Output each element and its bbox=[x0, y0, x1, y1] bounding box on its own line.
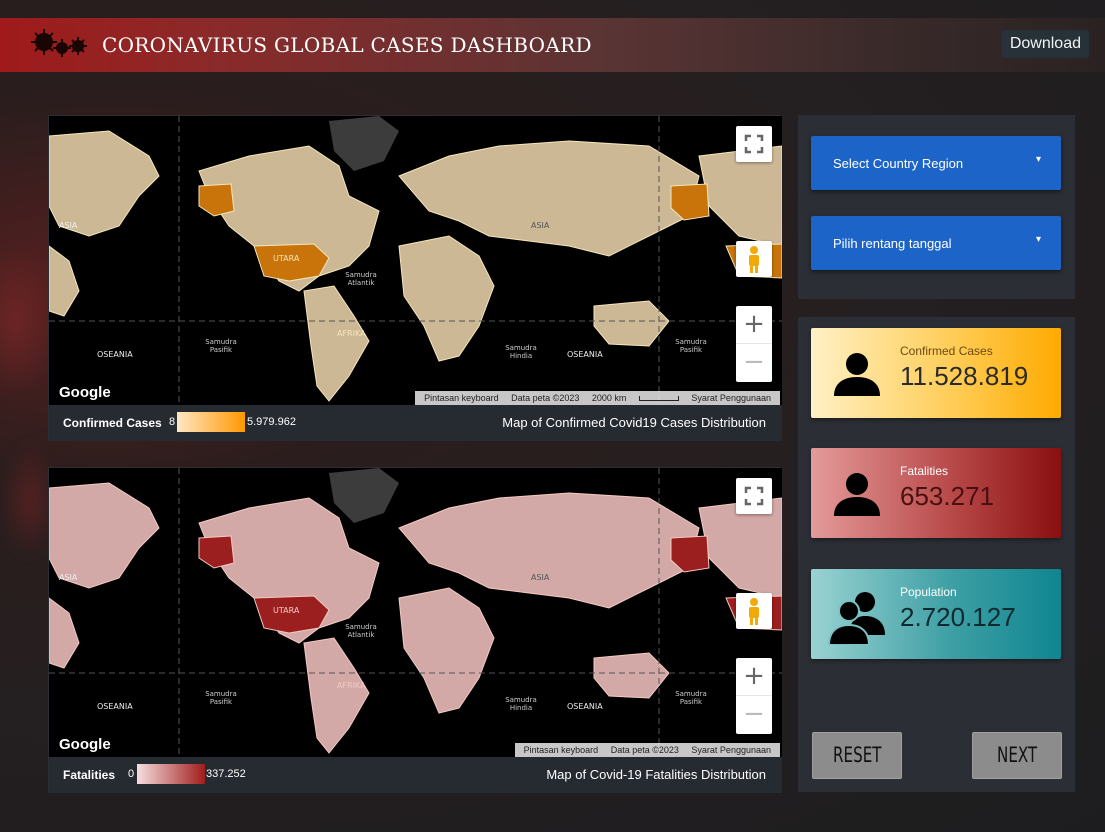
scale-text[interactable]: 2000 km bbox=[592, 393, 627, 403]
legend-label: Fatalities bbox=[63, 768, 116, 782]
google-logo: Google bbox=[59, 736, 111, 753]
stat-value: 11.528.819 bbox=[900, 361, 1029, 391]
stat-value: 2.720.127 bbox=[900, 602, 1016, 632]
caret-down-icon: ▾ bbox=[1035, 234, 1041, 245]
map-label: OSEANIA bbox=[97, 702, 133, 711]
map-label: OSEANIA bbox=[567, 350, 603, 359]
map-legend: Confirmed Cases 8 5.979.962 Map of Confi… bbox=[49, 405, 782, 441]
stat-value: 653.271 bbox=[900, 481, 994, 511]
keyboard-shortcuts-link[interactable]: Pintasan keyboard bbox=[524, 745, 599, 755]
zoom-control: + − bbox=[736, 658, 772, 734]
map-label: AFRIKA bbox=[337, 329, 366, 338]
zoom-in-button[interactable]: + bbox=[736, 658, 772, 696]
terms-link[interactable]: Syarat Penggunaan bbox=[691, 745, 771, 755]
person-icon bbox=[834, 473, 880, 516]
map-label: Samudra Pasifik bbox=[205, 690, 237, 706]
dropdown-label: Select Country Region bbox=[833, 156, 964, 171]
legend-gradient bbox=[177, 412, 245, 432]
map-label: ASIA bbox=[59, 573, 78, 582]
greenland-shape bbox=[329, 116, 399, 171]
street-view-button[interactable] bbox=[736, 241, 772, 277]
map-caption: Map of Covid-19 Fatalities Distribution bbox=[546, 767, 766, 782]
fullscreen-icon bbox=[744, 486, 764, 506]
map-attribution: Pintasan keyboard Data peta ©2023 2000 k… bbox=[415, 391, 780, 405]
people-icon bbox=[827, 592, 885, 645]
map-label: ASIA bbox=[531, 221, 550, 230]
map-label: OSEANIA bbox=[567, 702, 603, 711]
map-label: OSEANIA bbox=[97, 350, 133, 359]
legend-min: 0 bbox=[128, 768, 135, 780]
date-range-dropdown[interactable]: Pilih rentang tanggal ▾ bbox=[811, 216, 1061, 270]
confirmed-cases-card: Confirmed Cases 11.528.819 bbox=[811, 328, 1061, 418]
map-label: UTARA bbox=[273, 606, 300, 615]
confirmed-map-panel: ASIA ASIA UTARA Samudra Atlantik Samudra… bbox=[48, 115, 782, 441]
confirmed-map[interactable]: ASIA ASIA UTARA Samudra Atlantik Samudra… bbox=[49, 116, 782, 405]
country-region-dropdown[interactable]: Select Country Region ▾ bbox=[811, 136, 1061, 190]
download-button[interactable]: Download bbox=[1001, 30, 1089, 58]
map-data-text: Data peta ©2023 bbox=[511, 393, 580, 403]
map-legend: Fatalities 0 337.252 Map of Covid-19 Fat… bbox=[49, 757, 782, 793]
virus-logo-icon bbox=[31, 29, 87, 57]
terms-link[interactable]: Syarat Penggunaan bbox=[691, 393, 771, 403]
fullscreen-icon bbox=[744, 134, 764, 154]
stat-label: Confirmed Cases bbox=[900, 344, 993, 358]
map-label: Samudra Hindia bbox=[505, 696, 537, 712]
keyboard-shortcuts-link[interactable]: Pintasan keyboard bbox=[424, 393, 499, 403]
scale-bar bbox=[638, 396, 679, 402]
google-logo: Google bbox=[59, 384, 111, 401]
map-label: ASIA bbox=[531, 573, 550, 582]
map-label: Samudra Pasifik bbox=[205, 338, 237, 354]
world-map-graphic bbox=[49, 116, 782, 405]
page-title: CORONAVIRUS GLOBAL CASES DASHBOARD bbox=[102, 33, 592, 57]
zoom-out-button[interactable]: − bbox=[736, 696, 772, 734]
map-label: AFRIKA bbox=[337, 681, 366, 690]
caret-down-icon: ▾ bbox=[1035, 154, 1041, 165]
map-data-text: Data peta ©2023 bbox=[610, 745, 679, 755]
dropdown-label: Pilih rentang tanggal bbox=[833, 236, 952, 251]
legend-label: Confirmed Cases bbox=[63, 416, 162, 430]
pegman-icon bbox=[749, 598, 759, 625]
fatalities-card: Fatalities 653.271 bbox=[811, 448, 1061, 538]
person-icon bbox=[834, 353, 880, 396]
reset-button[interactable]: RESET bbox=[812, 732, 902, 779]
next-label: NEXT bbox=[996, 743, 1038, 767]
zoom-control: + − bbox=[736, 306, 772, 382]
header-bar: CORONAVIRUS GLOBAL CASES DASHBOARD Downl… bbox=[0, 18, 1105, 72]
map-label: Samudra Pasifik bbox=[675, 338, 707, 354]
legend-max: 5.979.962 bbox=[247, 416, 296, 428]
legend-gradient bbox=[137, 764, 205, 784]
reset-label: RESET bbox=[832, 743, 882, 767]
map-label: Samudra Atlantik bbox=[345, 623, 377, 639]
legend-min: 8 bbox=[169, 416, 176, 428]
filter-panel: Select Country Region ▾ Pilih rentang ta… bbox=[798, 115, 1075, 299]
map-label: Samudra Atlantik bbox=[345, 271, 377, 287]
world-map-graphic bbox=[49, 468, 782, 757]
stat-label: Population bbox=[900, 585, 957, 599]
zoom-out-button[interactable]: − bbox=[736, 344, 772, 382]
map-label: ASIA bbox=[59, 221, 78, 230]
map-label: Samudra Hindia bbox=[505, 344, 537, 360]
map-label: UTARA bbox=[273, 254, 300, 263]
pegman-icon bbox=[749, 246, 759, 273]
stat-label: Fatalities bbox=[900, 464, 949, 478]
fatalities-map-panel: ASIA ASIA UTARA Samudra Atlantik Samudra… bbox=[48, 467, 782, 793]
map-attribution: Pintasan keyboard Data peta ©2023 Syarat… bbox=[514, 743, 780, 757]
population-card: Population 2.720.127 bbox=[811, 569, 1061, 659]
map-label: Samudra Pasifik bbox=[675, 690, 707, 706]
zoom-in-button[interactable]: + bbox=[736, 306, 772, 344]
legend-max: 337.252 bbox=[206, 768, 246, 780]
map-caption: Map of Confirmed Covid19 Cases Distribut… bbox=[502, 415, 766, 430]
fullscreen-button[interactable] bbox=[736, 126, 772, 162]
street-view-button[interactable] bbox=[736, 593, 772, 629]
greenland-shape bbox=[329, 468, 399, 523]
fatalities-map[interactable]: ASIA ASIA UTARA Samudra Atlantik Samudra… bbox=[49, 468, 782, 757]
next-button[interactable]: NEXT bbox=[972, 732, 1062, 779]
stats-panel: Confirmed Cases 11.528.819 Fatalities 65… bbox=[798, 317, 1075, 792]
fullscreen-button[interactable] bbox=[736, 478, 772, 514]
